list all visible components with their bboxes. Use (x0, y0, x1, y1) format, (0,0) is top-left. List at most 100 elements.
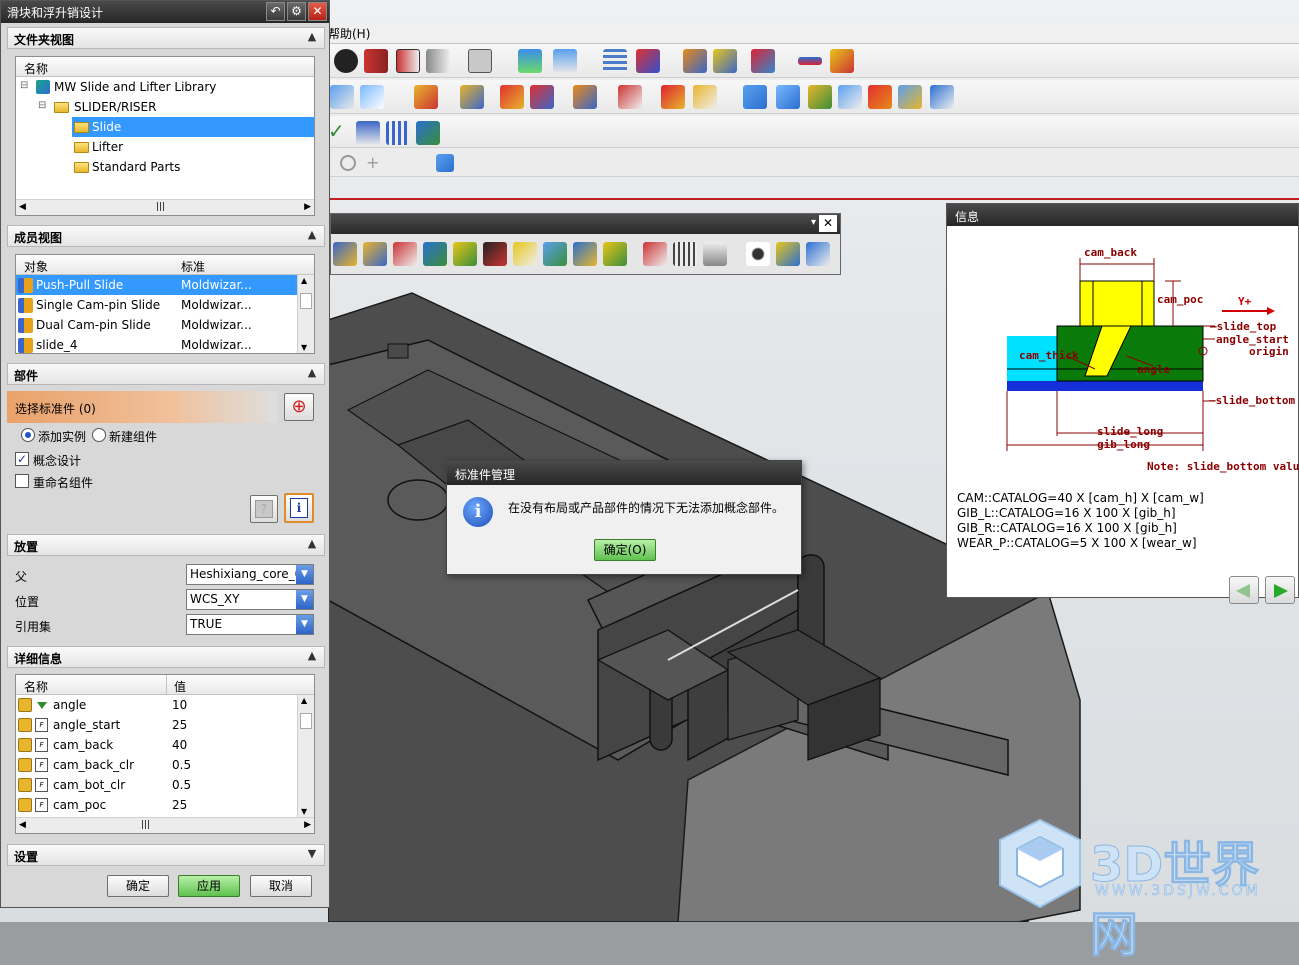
scroll-left-icon[interactable]: ◀ (19, 202, 26, 212)
chevron-down-icon[interactable]: ▼ (296, 565, 313, 584)
chevron-up-icon[interactable]: ▲ (304, 366, 320, 382)
horizontal-scrollbar[interactable]: ◀ ||| ▶ (16, 199, 314, 215)
vertical-scrollbar[interactable]: ▲ ▼ (297, 695, 314, 817)
param-value[interactable]: 40 (172, 738, 187, 752)
insert-icon[interactable] (643, 242, 667, 266)
chevron-down-icon[interactable]: ▼ (296, 615, 313, 634)
new-component-radio[interactable] (92, 428, 106, 442)
gate-icon[interactable] (808, 85, 832, 109)
snap-icon[interactable] (751, 49, 775, 73)
message-ok-button[interactable]: 确定(O) (594, 539, 656, 561)
layout-icon[interactable] (460, 85, 484, 109)
edit-object-icon[interactable] (683, 49, 707, 73)
t-slot-icon[interactable] (393, 242, 417, 266)
member-view-header[interactable]: 成员视图 ▲ (7, 225, 325, 247)
cancel-button[interactable]: 取消 (250, 875, 312, 897)
refresh-icon[interactable] (776, 242, 800, 266)
chevron-down-icon[interactable]: ▼ (296, 590, 313, 609)
fixed-plate-icon[interactable] (333, 242, 357, 266)
pin-icon[interactable] (573, 242, 597, 266)
part-header[interactable]: 部件 ▲ (7, 363, 325, 385)
window-icon[interactable] (703, 242, 727, 266)
param-value[interactable]: 25 (172, 718, 187, 732)
scroll-thumb[interactable] (300, 713, 312, 729)
scroll-thumb[interactable] (300, 293, 312, 309)
help-button[interactable]: ? (250, 495, 278, 523)
ruler-icon[interactable] (543, 242, 567, 266)
gear-icon[interactable]: ⚙ (287, 2, 306, 21)
member-row[interactable]: Dual Cam-pin Slide Moldwizar... (16, 315, 298, 335)
film-icon[interactable] (483, 242, 507, 266)
orient-view-icon[interactable] (518, 49, 542, 73)
scroll-thumb-icon[interactable]: ||| (156, 202, 165, 212)
param-value[interactable]: 25 (172, 798, 187, 812)
add-instance-radio[interactable] (21, 428, 35, 442)
cube-icon[interactable] (436, 154, 454, 172)
param-value[interactable]: 0.5 (172, 758, 191, 772)
snap-point-icon[interactable] (340, 155, 356, 171)
param-value[interactable]: 0.5 (172, 778, 191, 792)
scroll-right-icon[interactable]: ▶ (304, 202, 311, 212)
tree-collapse-icon[interactable]: ⊟ (38, 100, 46, 111)
spring-icon[interactable] (603, 242, 627, 266)
mold-tools-icon[interactable] (530, 85, 554, 109)
pocket-icon[interactable] (930, 85, 954, 109)
details-header[interactable]: 详细信息 ▲ (7, 646, 325, 668)
close-icon[interactable]: ✕ (308, 2, 327, 21)
param-value[interactable]: 10 (172, 698, 187, 712)
cam-icon[interactable] (363, 242, 387, 266)
member-row[interactable]: slide_4 Moldwizar... (16, 335, 298, 353)
shaded-icon[interactable] (364, 49, 388, 73)
plus-icon[interactable]: + (366, 155, 382, 171)
ejector-pin-icon[interactable] (693, 85, 717, 109)
mold-csys-icon[interactable] (360, 85, 384, 109)
chevron-up-icon[interactable]: ▲ (304, 228, 320, 244)
lift-icon[interactable] (423, 242, 447, 266)
tree-node-root[interactable]: ⊟ MW Slide and Lifter Library (16, 77, 314, 97)
drawing-icon[interactable] (386, 121, 410, 145)
horizontal-scrollbar[interactable]: ◀ ||| ▶ (16, 817, 314, 833)
shaded-edges-icon[interactable] (396, 49, 420, 73)
corners-icon[interactable] (513, 242, 537, 266)
parent-select[interactable]: Heshixiang_core_0 ▼ (186, 564, 314, 585)
workpiece-icon[interactable] (414, 85, 438, 109)
prev-button[interactable] (1229, 576, 1259, 604)
family-mold-icon[interactable] (500, 85, 524, 109)
scroll-up-icon[interactable]: ▲ (301, 276, 307, 285)
ok-button[interactable]: 确定 (107, 875, 169, 897)
layer-icon[interactable] (603, 49, 627, 73)
mold-base-icon[interactable] (618, 85, 642, 109)
analysis-icon[interactable] (713, 49, 737, 73)
electrode-icon[interactable] (898, 85, 922, 109)
scroll-thumb-icon[interactable]: ||| (141, 820, 150, 830)
next-button[interactable] (1265, 576, 1295, 604)
measure-distance-icon[interactable] (798, 57, 822, 65)
concept-design-checkbox[interactable]: ✓ (15, 452, 29, 466)
orient-icon[interactable] (416, 121, 440, 145)
sub-insert-icon[interactable] (776, 85, 800, 109)
info-button[interactable]: i (284, 493, 314, 523)
toolbar-close-icon[interactable]: ✕ (819, 215, 837, 232)
runner-icon[interactable] (838, 85, 862, 109)
reset-icon[interactable]: ↶ (266, 2, 285, 21)
vertical-scrollbar[interactable]: ▲ ▼ (297, 275, 314, 353)
standard-part-icon[interactable] (661, 85, 685, 109)
settings-header[interactable]: 设置 ▼ (7, 844, 325, 866)
tree-node-slider-riser[interactable]: ⊟ SLIDER/RISER (16, 97, 314, 117)
scroll-up-icon[interactable]: ▲ (301, 696, 307, 705)
wcs-icon[interactable] (636, 49, 660, 73)
background-icon[interactable] (468, 49, 492, 73)
table-row[interactable]: F cam_back 40 (16, 735, 298, 755)
placement-header[interactable]: 放置 ▲ (7, 534, 325, 556)
table-icon[interactable] (673, 242, 697, 266)
cooling-icon[interactable] (868, 85, 892, 109)
stairs-icon[interactable] (453, 242, 477, 266)
document-icon[interactable] (806, 242, 830, 266)
table-row[interactable]: F angle_start 25 (16, 715, 298, 735)
chevron-down-icon[interactable]: ▼ (304, 847, 320, 863)
tree-node-standard-parts[interactable]: Standard Parts (16, 157, 314, 177)
measure-angle-icon[interactable] (830, 49, 854, 73)
chevron-up-icon[interactable]: ▲ (304, 30, 320, 46)
scroll-right-icon[interactable]: ▶ (304, 820, 311, 830)
table-row[interactable]: F cam_bot_clr 0.5 (16, 775, 298, 795)
